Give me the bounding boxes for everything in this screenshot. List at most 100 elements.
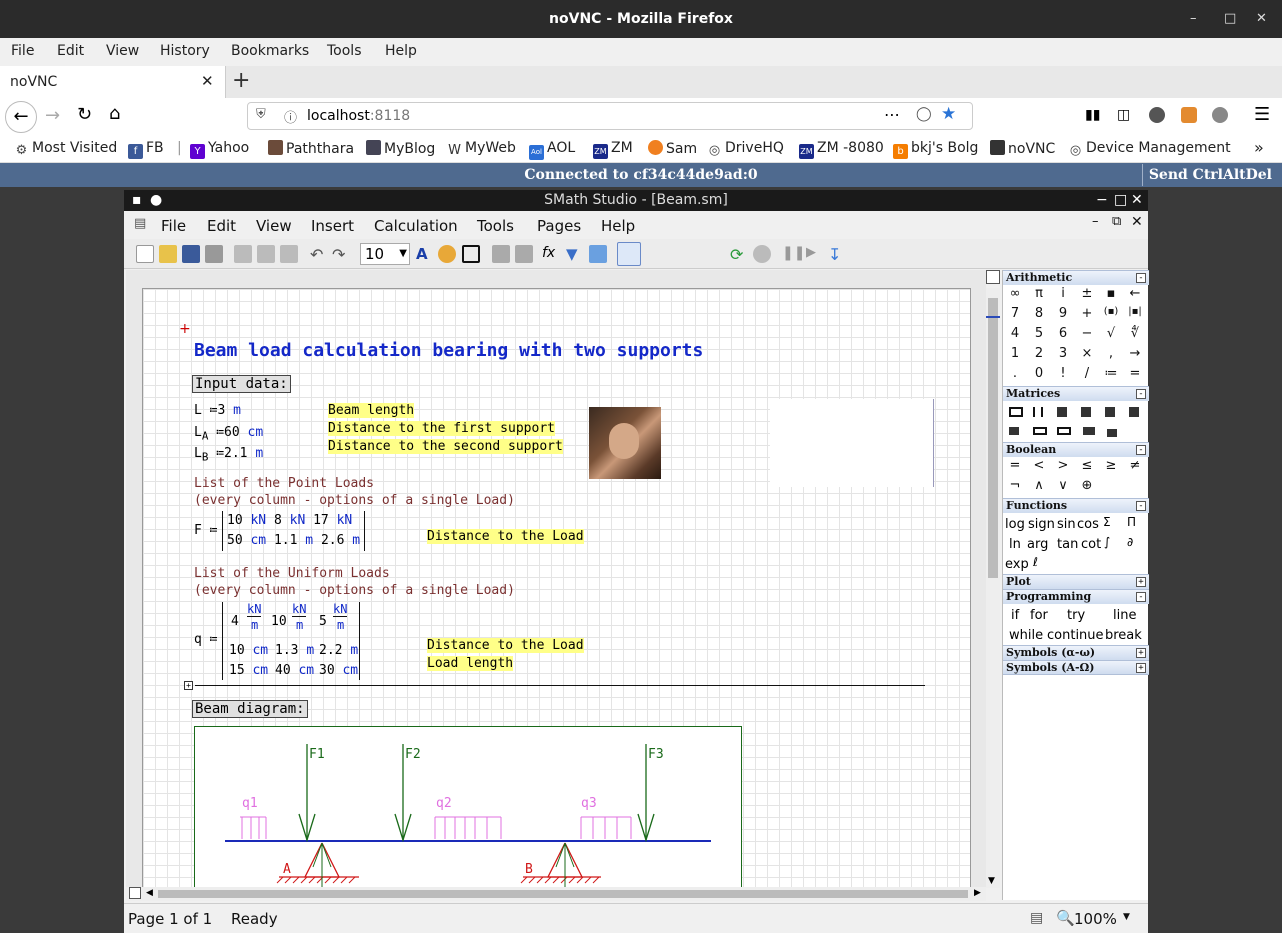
library-icon[interactable]: ▮▮ xyxy=(1085,107,1100,123)
palette-button[interactable]: 9 xyxy=(1051,306,1075,321)
palette-button[interactable]: / xyxy=(1075,366,1099,381)
q-matrix[interactable]: 4 kN m 10 kN m 5 kN m 10 cm 1.3 m 2.2 m … xyxy=(222,602,360,680)
palette-button[interactable]: i xyxy=(1051,286,1075,301)
browser-menu-edit[interactable]: Edit xyxy=(57,43,84,59)
function-button[interactable]: cot xyxy=(1081,537,1101,552)
definitions-block[interactable]: L ≔3 m LA ≔60 cm LB ≔2.1 m xyxy=(194,402,263,467)
palette-button[interactable]: ∜ xyxy=(1123,326,1147,341)
forward-icon[interactable]: → xyxy=(45,105,60,126)
doc-restore-icon[interactable]: ⧉ xyxy=(1112,214,1121,229)
bookmark-sam[interactable]: Sam xyxy=(648,140,697,157)
palette-button[interactable]: 4 xyxy=(1003,326,1027,341)
palette-button[interactable]: 1 xyxy=(1003,346,1027,361)
palette-button[interactable]: ≠ xyxy=(1123,458,1147,473)
redo-icon[interactable]: ↷ xyxy=(332,245,350,264)
palette-button[interactable]: |▪| xyxy=(1123,306,1147,317)
program-button[interactable]: continue xyxy=(1047,628,1104,643)
program-button[interactable]: for xyxy=(1030,608,1048,623)
account-icon[interactable] xyxy=(1149,107,1165,123)
function-icon[interactable]: fx xyxy=(542,245,560,263)
bookmark-paththara[interactable]: Paththara xyxy=(268,140,354,157)
bookmark-bkj-bolg[interactable]: b bkj's Bolg xyxy=(893,140,978,159)
browser-menu-view[interactable]: View xyxy=(106,43,139,59)
range2-icon[interactable] xyxy=(1057,427,1071,435)
palette-button[interactable]: ¬ xyxy=(1003,478,1027,493)
limit-icon[interactable]: ℓ xyxy=(1033,555,1038,569)
open-icon[interactable] xyxy=(159,245,177,263)
zoom-level[interactable]: 100% xyxy=(1074,910,1117,928)
scroll-right-icon[interactable]: ▶ xyxy=(974,888,981,898)
tab-novnc[interactable]: noVNC ✕ xyxy=(0,66,226,98)
palette-button[interactable]: ± xyxy=(1075,286,1099,301)
panel-header-programming[interactable]: Programming - xyxy=(1003,589,1149,604)
program-button[interactable]: line xyxy=(1113,608,1136,623)
function-button[interactable]: exp xyxy=(1005,557,1029,572)
panel-header-boolean[interactable]: Boolean - xyxy=(1003,442,1149,457)
bookmark-drivehq[interactable]: ◎ DriveHQ xyxy=(707,140,784,158)
more-bookmarks-icon[interactable]: » xyxy=(1254,138,1264,157)
subscript-icon[interactable] xyxy=(1083,427,1095,435)
collapse-icon[interactable]: - xyxy=(1136,389,1146,399)
play-icon[interactable]: ▶ xyxy=(806,245,824,263)
derivative-icon[interactable]: ∂ xyxy=(1127,535,1133,549)
determinant-icon[interactable] xyxy=(1033,407,1043,417)
horizontal-scroll-thumb[interactable] xyxy=(158,890,968,898)
F-matrix[interactable]: 10 kN 8 kN 17 kN 50 cm 1.1 m 2.6 m xyxy=(222,511,366,551)
border-icon[interactable] xyxy=(462,245,480,263)
browser-menu-tools[interactable]: Tools xyxy=(327,43,362,59)
smath-menu-help[interactable]: Help xyxy=(601,217,635,235)
palette-button[interactable]: ≤ xyxy=(1075,458,1099,473)
tab-close-icon[interactable]: ✕ xyxy=(201,72,214,90)
palette-button[interactable]: 5 xyxy=(1027,326,1051,341)
browser-menu-history[interactable]: History xyxy=(160,43,210,59)
palette-button[interactable]: (▪) xyxy=(1099,306,1123,317)
palette-button[interactable]: ∞ xyxy=(1003,286,1027,301)
inverse-icon[interactable] xyxy=(1081,407,1091,417)
help-icon[interactable] xyxy=(589,245,607,263)
new-icon[interactable] xyxy=(136,245,154,263)
bookmark-myblog[interactable]: MyBlog xyxy=(366,140,435,157)
hscroll-corner[interactable] xyxy=(129,887,141,899)
palette-button[interactable]: √ xyxy=(1099,326,1123,341)
shield-icon[interactable]: ⛨ xyxy=(256,107,266,122)
smath-menu-view[interactable]: View xyxy=(256,217,292,235)
recalculate-icon[interactable]: ⟳ xyxy=(730,245,748,264)
minimize-icon[interactable]: – xyxy=(1190,0,1197,38)
bookmark-zm-8080[interactable]: ZM ZM -8080 xyxy=(799,140,884,159)
program-button[interactable]: while xyxy=(1009,628,1043,643)
palette-button[interactable]: ← xyxy=(1123,286,1147,301)
palette-button[interactable]: ≔ xyxy=(1099,366,1123,381)
palette-button[interactable]: ∧ xyxy=(1027,478,1051,493)
smath-menu-edit[interactable]: Edit xyxy=(207,217,236,235)
maximize-icon[interactable]: □ xyxy=(1224,0,1236,38)
bookmark-device-management[interactable]: ◎ Device Management xyxy=(1068,140,1231,158)
collapse-icon[interactable]: - xyxy=(1136,273,1146,283)
palette-button[interactable]: = xyxy=(1003,458,1027,473)
home-icon[interactable]: ⌂ xyxy=(109,103,120,124)
step-icon[interactable]: ↧ xyxy=(828,245,846,264)
bookmark-fb[interactable]: f FB xyxy=(128,140,164,159)
palette-button[interactable]: 6 xyxy=(1051,326,1075,341)
palette-button[interactable]: ≥ xyxy=(1099,458,1123,473)
smath-menu-tools[interactable]: Tools xyxy=(477,217,514,235)
panel-header-symbols-upper[interactable]: Symbols (Α-Ω) + xyxy=(1003,660,1149,675)
panel-header-matrices[interactable]: Matrices - xyxy=(1003,386,1149,401)
new-tab-icon[interactable]: + xyxy=(232,68,250,93)
url-bar[interactable]: ⛨ ⓘ localhost:8118 ⋯ ◯ ★ xyxy=(247,102,973,130)
zoom-icon[interactable]: 🔍 xyxy=(1056,909,1075,927)
worksheet-page[interactable]: + Beam load calculation bearing with two… xyxy=(142,288,971,887)
align2-icon[interactable] xyxy=(515,245,533,263)
palette-button[interactable]: , xyxy=(1099,346,1123,361)
element-icon[interactable] xyxy=(1105,407,1115,417)
pocket-icon[interactable]: ◯ xyxy=(916,106,932,122)
function-button[interactable]: log xyxy=(1005,517,1025,532)
program-button[interactable]: break xyxy=(1105,628,1142,643)
product-icon[interactable]: Π xyxy=(1127,515,1136,529)
palette-button[interactable]: 3 xyxy=(1051,346,1075,361)
copy-icon[interactable] xyxy=(257,245,275,263)
page-view-icon[interactable] xyxy=(617,242,641,266)
extension-icon[interactable] xyxy=(1181,107,1197,123)
palette-button[interactable]: + xyxy=(1075,306,1099,321)
function-button[interactable]: sign xyxy=(1028,517,1055,532)
beam-diagram[interactable]: F1 F2 F3 q1 q2 q3 A B xyxy=(194,726,742,887)
